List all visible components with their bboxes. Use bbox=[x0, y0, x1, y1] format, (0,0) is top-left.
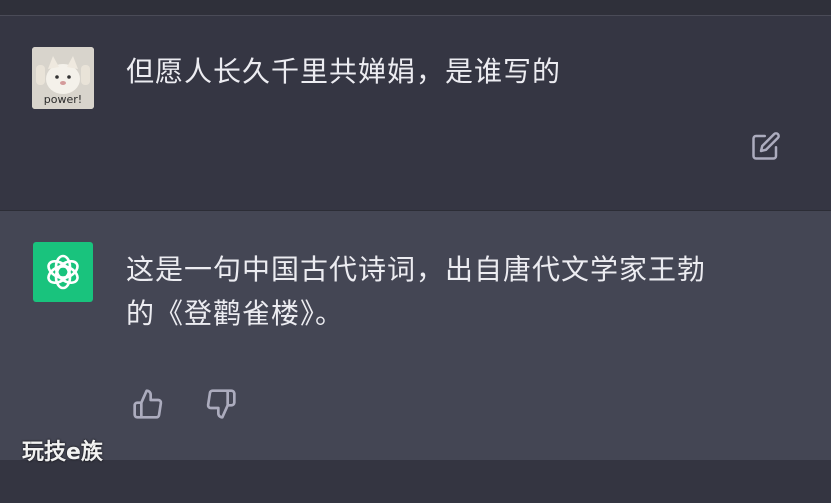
chat-screen: power! 但愿人长久千里共婵娟，是谁写的 这是一句中国古代诗词，出自唐代文学… bbox=[0, 0, 831, 503]
thumbs-down-button[interactable] bbox=[203, 386, 239, 422]
assistant-text-line-1: 这是一句中国古代诗词，出自唐代文学家王勃 bbox=[126, 253, 707, 286]
assistant-message-text: 这是一句中国古代诗词，出自唐代文学家王勃 的《登鹳雀楼》。 bbox=[126, 248, 786, 336]
user-message-text: 但愿人长久千里共婵娟，是谁写的 bbox=[126, 55, 562, 88]
previous-message-edge bbox=[0, 0, 831, 16]
input-area-edge bbox=[0, 460, 831, 503]
thumbs-up-icon bbox=[133, 389, 163, 419]
avatar-caption: power! bbox=[43, 93, 83, 106]
assistant-text-line-2: 的《登鹳雀楼》。 bbox=[126, 297, 345, 330]
user-avatar: power! bbox=[32, 47, 94, 109]
watermark-logo: 玩技e族 bbox=[22, 440, 103, 465]
thumbs-up-button[interactable] bbox=[130, 386, 166, 422]
thumbs-down-icon bbox=[206, 389, 236, 419]
user-message-row bbox=[0, 16, 831, 211]
edit-button[interactable] bbox=[748, 128, 784, 164]
assistant-avatar bbox=[33, 242, 93, 302]
edit-icon bbox=[752, 132, 780, 160]
openai-logo-icon bbox=[47, 254, 79, 290]
